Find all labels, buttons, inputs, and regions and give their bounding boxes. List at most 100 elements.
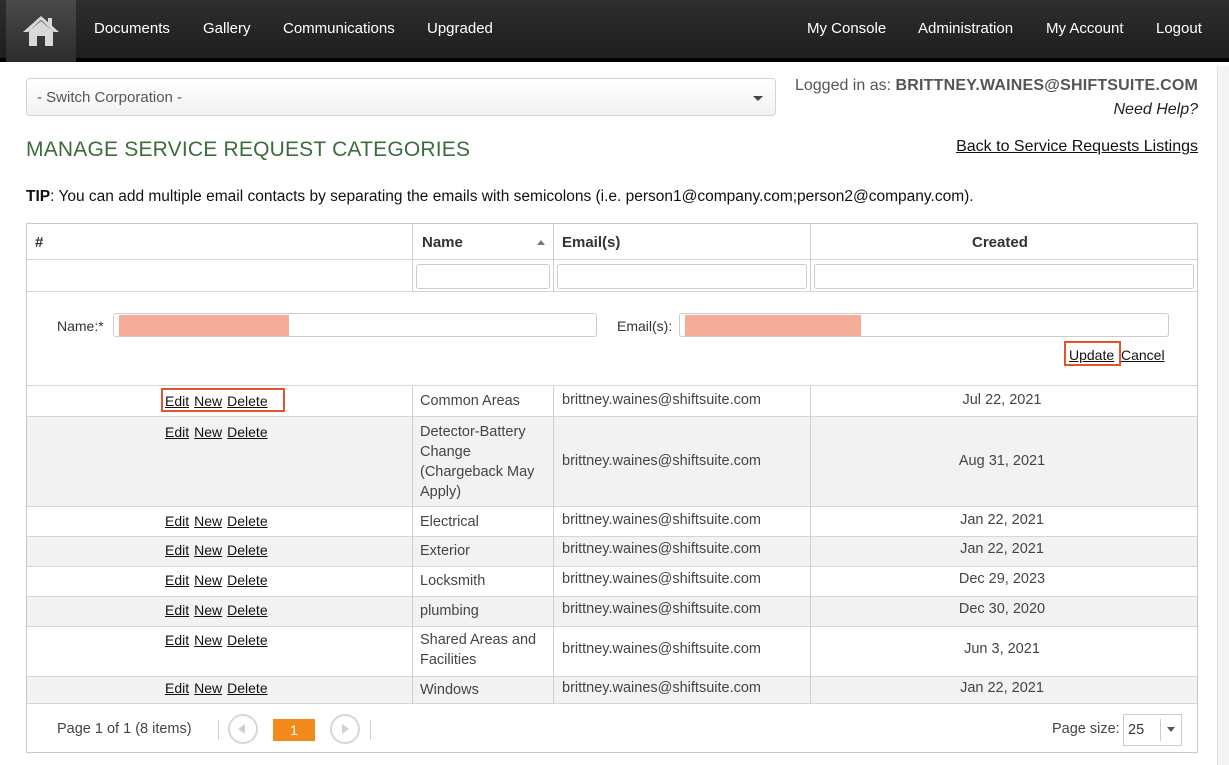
table-row: Edit New Delete Locksmith brittney.waines@… <box>27 567 1197 596</box>
row-actions: Edit New Delete <box>165 572 273 588</box>
category-created: Dec 29, 2023 <box>958 571 1046 587</box>
category-created: Jun 3, 2021 <box>964 641 1040 657</box>
name-field[interactable] <box>113 313 597 337</box>
category-email: brittney.waines@shiftsuite.com <box>562 541 761 557</box>
categories-grid: # Name Email(s) Created Name:* Email(s):… <box>26 223 1198 753</box>
divider <box>218 720 219 740</box>
edit-link[interactable]: Edit <box>165 393 189 409</box>
delete-link[interactable]: Delete <box>227 572 267 588</box>
table-row: Edit New Delete Shared Areas and Facilitie… <box>27 627 1197 676</box>
filter-created-input[interactable] <box>814 264 1194 289</box>
divider <box>553 386 554 704</box>
new-link[interactable]: New <box>194 632 222 648</box>
new-link[interactable]: New <box>194 513 222 529</box>
nav-my-console[interactable]: My Console <box>807 20 886 37</box>
row-actions: Edit New Delete <box>165 632 273 648</box>
delete-link[interactable]: Delete <box>227 542 267 558</box>
need-help-link[interactable]: Need Help? <box>1114 101 1199 119</box>
divider <box>412 224 413 292</box>
edit-link[interactable]: Edit <box>165 680 189 696</box>
column-header-created[interactable]: Created <box>972 234 1028 251</box>
previous-page-button[interactable] <box>228 714 258 744</box>
top-navigation-bar: Documents Gallery Communications Upgrade… <box>0 0 1229 62</box>
delete-link[interactable]: Delete <box>227 393 267 409</box>
redacted-value <box>685 315 861 336</box>
category-name: Common Areas <box>420 393 520 409</box>
page-size-value: 25 <box>1128 722 1145 738</box>
category-email: brittney.waines@shiftsuite.com <box>562 641 761 657</box>
page-title: MANAGE SERVICE REQUEST CATEGORIES <box>26 138 471 161</box>
column-header-emails[interactable]: Email(s) <box>562 234 620 251</box>
divider <box>370 720 371 740</box>
edit-link[interactable]: Edit <box>165 542 189 558</box>
filter-name-input[interactable] <box>416 264 550 289</box>
new-link[interactable]: New <box>194 572 222 588</box>
new-link[interactable]: New <box>194 680 222 696</box>
chevron-right-icon <box>342 724 349 734</box>
category-created: Dec 30, 2020 <box>958 601 1046 617</box>
switch-corporation-value: - Switch Corporation - <box>37 89 183 106</box>
row-actions: Edit New Delete <box>165 680 273 696</box>
table-row: Edit New Delete plumbing brittney.waines@s… <box>27 597 1197 626</box>
edit-link[interactable]: Edit <box>165 513 189 529</box>
category-email: brittney.waines@shiftsuite.com <box>562 601 761 617</box>
emails-field[interactable] <box>679 313 1169 337</box>
new-link[interactable]: New <box>194 393 222 409</box>
page-size-label: Page size: <box>1052 721 1120 737</box>
table-row: Edit New Delete Windows brittney.waines@sh… <box>27 677 1197 703</box>
new-link[interactable]: New <box>194 542 222 558</box>
edit-link[interactable]: Edit <box>165 424 189 440</box>
page-size-select[interactable]: 25 <box>1123 714 1182 746</box>
nav-upgraded[interactable]: Upgraded <box>427 20 493 37</box>
nav-gallery[interactable]: Gallery <box>203 20 251 37</box>
divider <box>810 386 811 704</box>
row-actions: Edit New Delete <box>165 393 273 409</box>
nav-my-account[interactable]: My Account <box>1046 20 1124 37</box>
edit-link[interactable]: Edit <box>165 572 189 588</box>
back-to-listings-link[interactable]: Back to Service Requests Listings <box>956 138 1198 156</box>
table-row: Edit New Delete Exterior brittney.waines@s… <box>27 537 1197 566</box>
edit-link[interactable]: Edit <box>165 602 189 618</box>
column-header-number[interactable]: # <box>35 234 43 251</box>
nav-communications[interactable]: Communications <box>283 20 395 37</box>
update-button[interactable]: Update <box>1069 347 1114 363</box>
divider <box>27 259 1197 260</box>
chevron-down-icon <box>1167 727 1175 732</box>
category-email: brittney.waines@shiftsuite.com <box>562 453 761 469</box>
next-page-button[interactable] <box>330 714 360 744</box>
switch-corporation-select[interactable]: - Switch Corporation - <box>26 78 776 116</box>
new-link[interactable]: New <box>194 602 222 618</box>
edit-link[interactable]: Edit <box>165 632 189 648</box>
category-created: Aug 31, 2021 <box>958 453 1046 469</box>
category-email: brittney.waines@shiftsuite.com <box>562 392 761 408</box>
delete-link[interactable]: Delete <box>227 602 267 618</box>
category-name: plumbing <box>420 603 479 619</box>
vertical-scrollbar[interactable] <box>1217 66 1229 765</box>
category-created: Jan 22, 2021 <box>960 680 1044 696</box>
nav-administration[interactable]: Administration <box>918 20 1013 37</box>
chevron-down-icon <box>753 96 763 101</box>
divider <box>810 224 811 292</box>
nav-documents[interactable]: Documents <box>94 20 170 37</box>
logged-in-info: Logged in as: BRITTNEY.WAINES@SHIFTSUITE… <box>795 77 1198 95</box>
chevron-left-icon <box>238 724 245 734</box>
delete-link[interactable]: Delete <box>227 424 267 440</box>
new-link[interactable]: New <box>194 424 222 440</box>
category-created: Jan 22, 2021 <box>960 541 1044 557</box>
delete-link[interactable]: Delete <box>227 513 267 529</box>
category-name: Electrical <box>420 514 479 530</box>
delete-link[interactable]: Delete <box>227 632 267 648</box>
column-header-name[interactable]: Name <box>422 234 463 251</box>
category-name: Windows <box>420 682 479 698</box>
name-field-label: Name:* <box>57 318 104 334</box>
table-row: Edit New Delete Detector-Battery Change (C… <box>27 417 1197 506</box>
filter-emails-input[interactable] <box>557 264 807 289</box>
category-name: Exterior <box>420 543 470 559</box>
nav-logout[interactable]: Logout <box>1156 20 1202 37</box>
page-1-button[interactable]: 1 <box>273 719 315 741</box>
home-button[interactable] <box>6 0 76 62</box>
cancel-button[interactable]: Cancel <box>1121 347 1165 363</box>
category-email: brittney.waines@shiftsuite.com <box>562 571 761 587</box>
delete-link[interactable]: Delete <box>227 680 267 696</box>
pager: Page 1 of 1 (8 items) 1 Page size: 25 <box>27 704 1197 752</box>
